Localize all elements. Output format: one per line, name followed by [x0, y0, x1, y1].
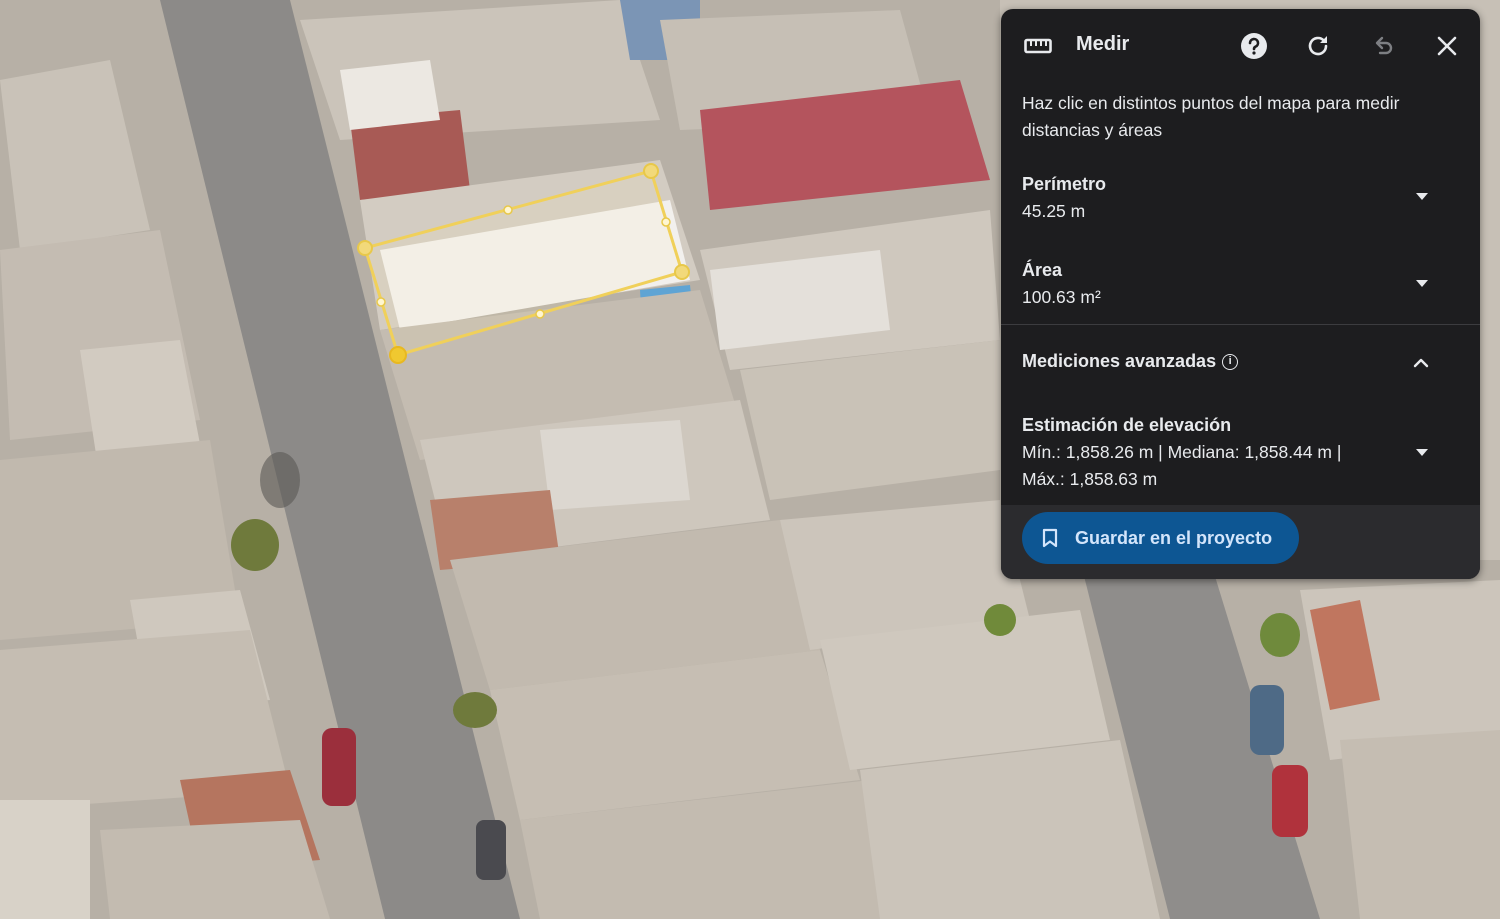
perimeter-row[interactable]: Perímetro 45.25 m	[1022, 171, 1442, 225]
caret-down-icon[interactable]	[1416, 280, 1428, 287]
reset-button[interactable]	[1301, 29, 1335, 63]
area-row[interactable]: Área 100.63 m²	[1022, 257, 1442, 311]
instructions-text: Haz clic en distintos puntos del mapa pa…	[1022, 93, 1400, 140]
tree	[1260, 613, 1300, 657]
measure-panel: Medir Haz clic en distintos puntos del m…	[1001, 9, 1480, 579]
car	[476, 820, 506, 880]
area-value: 100.63 m²	[1022, 287, 1101, 307]
close-icon	[1437, 36, 1457, 56]
save-to-project-label: Guardar en el proyecto	[1075, 527, 1273, 548]
measurement-midpoint[interactable]	[376, 297, 386, 307]
undo-button[interactable]	[1366, 29, 1400, 63]
measurement-midpoint[interactable]	[503, 205, 513, 215]
building	[0, 800, 90, 919]
measurement-midpoint[interactable]	[661, 217, 671, 227]
caret-down-icon[interactable]	[1416, 193, 1428, 200]
panel-title: Medir	[1076, 33, 1130, 55]
building	[540, 420, 690, 510]
measurement-vertex[interactable]	[389, 346, 407, 364]
save-to-project-button[interactable]: Guardar en el proyecto	[1022, 512, 1299, 564]
building	[340, 60, 440, 130]
refresh-icon	[1308, 36, 1328, 56]
bookmark-icon	[1042, 528, 1058, 548]
ruler-icon	[1024, 38, 1052, 54]
help-icon	[1241, 33, 1267, 59]
measurement-vertex[interactable]	[674, 264, 690, 280]
car	[1250, 685, 1284, 755]
perimeter-value: 45.25 m	[1022, 201, 1086, 221]
perimeter-label: Perímetro	[1022, 174, 1107, 194]
tree	[453, 692, 497, 728]
building	[1340, 730, 1500, 919]
car	[1272, 765, 1308, 837]
elevation-line1: Mín.: 1,858.26 m | Mediana: 1,858.44 m |	[1022, 442, 1342, 462]
tree	[231, 519, 279, 571]
panel-header: Medir	[1001, 9, 1480, 83]
close-button[interactable]	[1430, 29, 1464, 63]
undo-icon	[1375, 36, 1393, 55]
info-icon[interactable]: i	[1222, 353, 1239, 370]
tree	[984, 604, 1016, 636]
measurement-midpoint[interactable]	[535, 309, 545, 319]
advanced-measurements-label: Mediciones avanzadas	[1022, 351, 1217, 371]
help-button[interactable]	[1237, 29, 1271, 63]
measurement-vertex[interactable]	[357, 240, 373, 256]
caret-down-icon[interactable]	[1416, 449, 1428, 456]
elevation-row[interactable]: Estimación de elevación Mín.: 1,858.26 m…	[1022, 412, 1442, 493]
building	[100, 820, 330, 919]
elevation-line2: Máx.: 1,858.63 m	[1022, 469, 1158, 489]
measurement-vertex[interactable]	[643, 163, 659, 179]
building	[860, 740, 1160, 919]
chevron-up-icon[interactable]	[1413, 355, 1429, 371]
elevation-label: Estimación de elevación	[1022, 415, 1232, 435]
advanced-measurements-toggle[interactable]: Mediciones avanzadas i	[1022, 351, 1239, 372]
divider	[1001, 324, 1480, 325]
car	[322, 728, 356, 806]
area-label: Área	[1022, 260, 1063, 280]
panel-footer: Guardar en el proyecto	[1001, 505, 1480, 579]
shadow	[260, 452, 300, 508]
